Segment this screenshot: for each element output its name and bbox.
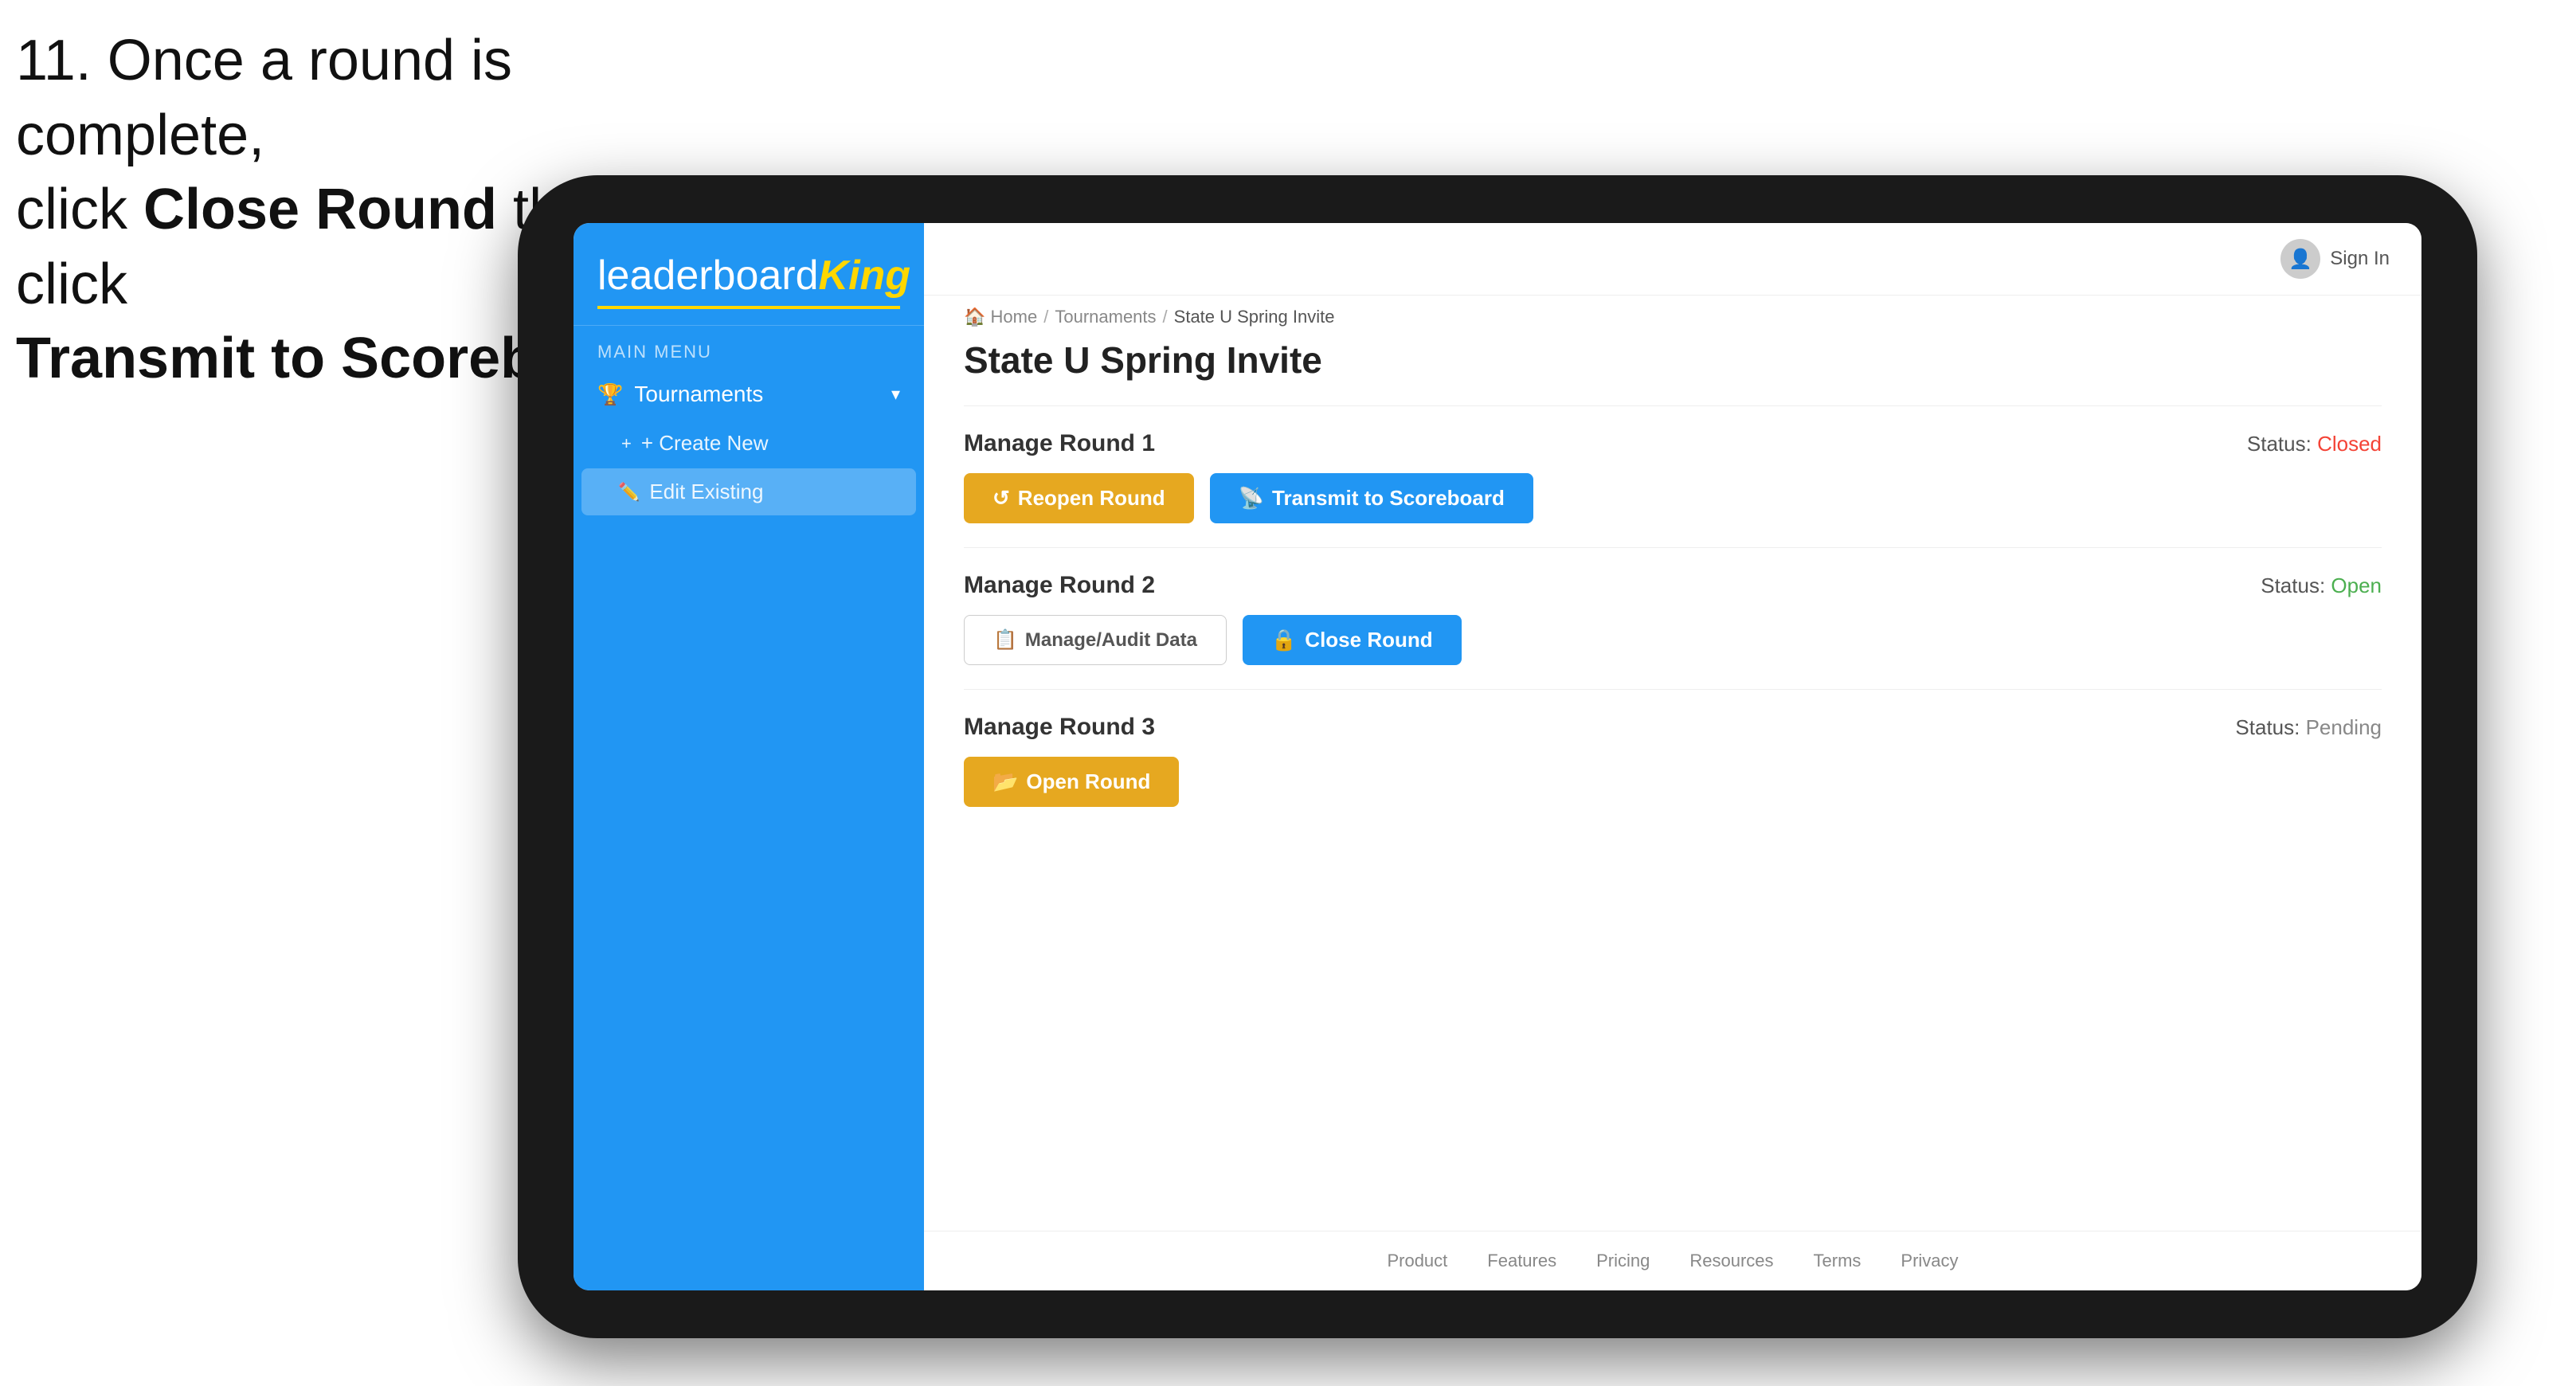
transmit-scoreboard-button[interactable]: 📡 Transmit to Scoreboard: [1210, 473, 1533, 523]
round-2-status-value: Open: [2331, 574, 2382, 597]
breadcrumb-current: State U Spring Invite: [1174, 307, 1335, 327]
top-bar: 👤 Sign In: [924, 223, 2421, 296]
round-2-status: Status: Open: [2261, 574, 2382, 598]
app-layout: leaderboardKing MAIN MENU 🏆 Tournaments …: [574, 223, 2421, 1290]
footer-pricing[interactable]: Pricing: [1596, 1251, 1650, 1271]
reopen-icon: ↺: [992, 486, 1010, 511]
avatar: 👤: [2280, 239, 2320, 279]
breadcrumb-sep2: /: [1163, 307, 1168, 327]
footer-terms[interactable]: Terms: [1814, 1251, 1862, 1271]
plus-icon: +: [621, 433, 632, 454]
round-1-status: Status: Closed: [2247, 432, 2382, 456]
round-1-actions: ↺ Reopen Round 📡 Transmit to Scoreboard: [964, 473, 2382, 523]
manage-audit-label: Manage/Audit Data: [1025, 629, 1197, 652]
open-round-button[interactable]: 📂 Open Round: [964, 757, 1179, 807]
round-2-section: Manage Round 2 Status: Open 📋 Manage/Aud…: [964, 547, 2382, 689]
transmit-icon: 📡: [1239, 486, 1264, 511]
footer-features[interactable]: Features: [1487, 1251, 1556, 1271]
manage-audit-data-button[interactable]: 📋 Manage/Audit Data: [964, 615, 1227, 665]
footer: Product Features Pricing Resources Terms…: [924, 1231, 2421, 1290]
breadcrumb-sep1: /: [1043, 307, 1048, 327]
home-icon: 🏠: [964, 307, 985, 327]
round-2-title: Manage Round 2: [964, 572, 1155, 599]
logo-border: [597, 306, 900, 309]
logo-king: King: [819, 253, 911, 299]
tablet-device: leaderboardKing MAIN MENU 🏆 Tournaments …: [518, 175, 2477, 1338]
round-1-title: Manage Round 1: [964, 430, 1155, 457]
close-icon: 🔒: [1271, 628, 1297, 652]
rounds-container: Manage Round 1 Status: Closed ↺ Reopen R…: [924, 405, 2421, 1231]
reopen-round-button[interactable]: ↺ Reopen Round: [964, 473, 1194, 523]
open-round-label: Open Round: [1026, 769, 1150, 794]
instruction-line1: 11. Once a round is complete,: [16, 29, 512, 167]
reopen-round-label: Reopen Round: [1018, 486, 1165, 511]
main-menu-label: MAIN MENU: [574, 326, 924, 369]
chevron-down-icon: ▾: [891, 384, 900, 405]
footer-privacy[interactable]: Privacy: [1901, 1251, 1958, 1271]
round-3-status-value: Pending: [2306, 715, 2382, 739]
audit-icon: 📋: [993, 628, 1017, 652]
sidebar-item-edit-existing[interactable]: ✏️ Edit Existing: [581, 468, 916, 515]
transmit-scoreboard-label: Transmit to Scoreboard: [1272, 486, 1505, 511]
sidebar: leaderboardKing MAIN MENU 🏆 Tournaments …: [574, 223, 924, 1290]
sign-in-label: Sign In: [2330, 248, 2390, 270]
breadcrumb-tournaments[interactable]: Tournaments: [1055, 307, 1156, 327]
footer-resources[interactable]: Resources: [1689, 1251, 1773, 1271]
instruction-line2: click: [16, 178, 143, 241]
sidebar-create-new-label: + Create New: [641, 431, 769, 456]
round-1-status-value: Closed: [2317, 432, 2382, 456]
page-title: State U Spring Invite: [924, 327, 2421, 405]
round-3-title: Manage Round 3: [964, 714, 1155, 741]
round-3-section: Manage Round 3 Status: Pending 📂 Open Ro…: [964, 689, 2382, 831]
round-2-actions: 📋 Manage/Audit Data 🔒 Close Round: [964, 615, 2382, 665]
edit-icon: ✏️: [618, 482, 640, 503]
sidebar-item-tournaments-label: Tournaments: [634, 382, 763, 407]
logo-area: leaderboardKing: [574, 223, 924, 326]
logo: leaderboardKing: [597, 252, 900, 300]
round-3-actions: 📂 Open Round: [964, 757, 2382, 807]
close-round-button[interactable]: 🔒 Close Round: [1243, 615, 1462, 665]
sign-in-area[interactable]: 👤 Sign In: [2280, 239, 2390, 279]
breadcrumb: 🏠 Home / Tournaments / State U Spring In…: [924, 296, 2421, 327]
round-3-header: Manage Round 3 Status: Pending: [964, 714, 2382, 741]
round-1-header: Manage Round 1 Status: Closed: [964, 430, 2382, 457]
sidebar-edit-existing-label: Edit Existing: [649, 480, 763, 504]
close-round-label: Close Round: [1305, 628, 1432, 652]
sidebar-item-create-new[interactable]: + + Create New: [574, 420, 924, 467]
sidebar-item-tournaments[interactable]: 🏆 Tournaments ▾: [574, 369, 924, 420]
round-3-status: Status: Pending: [2235, 715, 2382, 740]
tablet-screen: leaderboardKing MAIN MENU 🏆 Tournaments …: [574, 223, 2421, 1290]
instruction-bold1: Close Round: [143, 178, 497, 241]
trophy-icon: 🏆: [597, 382, 623, 407]
main-content: 👤 Sign In 🏠 Home / Tournaments / State U…: [924, 223, 2421, 1290]
footer-product[interactable]: Product: [1387, 1251, 1447, 1271]
breadcrumb-home[interactable]: 🏠 Home: [964, 307, 1037, 327]
open-icon: 📂: [992, 769, 1018, 794]
round-1-section: Manage Round 1 Status: Closed ↺ Reopen R…: [964, 405, 2382, 547]
round-2-header: Manage Round 2 Status: Open: [964, 572, 2382, 599]
